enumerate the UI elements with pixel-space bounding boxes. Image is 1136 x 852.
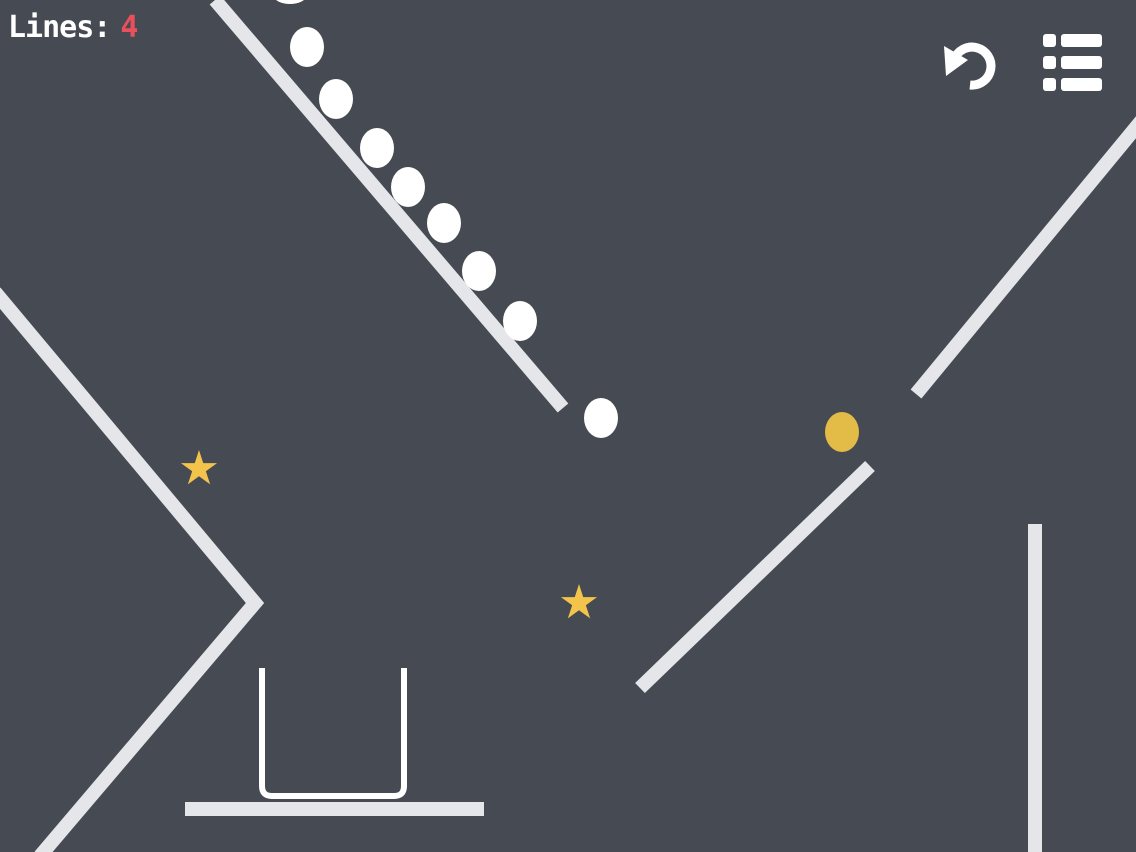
cup-container <box>259 668 407 799</box>
lines-count: 4 <box>120 10 138 45</box>
right-upper-ramp <box>910 116 1136 399</box>
level-menu-icon <box>1043 34 1102 91</box>
right-lower-ramp <box>635 460 875 694</box>
lines-counter: Lines: 4 <box>8 8 138 48</box>
ball <box>360 128 394 168</box>
diagonal-ramp-top <box>209 0 569 413</box>
ball <box>503 301 537 341</box>
ball <box>391 167 425 207</box>
ball <box>462 251 496 291</box>
star-icon <box>180 450 218 485</box>
game-stage[interactable]: Lines: 4 <box>0 0 1136 852</box>
ball <box>319 79 353 119</box>
game-scene[interactable] <box>0 0 1136 852</box>
star-icon <box>560 584 598 619</box>
ball <box>276 0 304 4</box>
lines-label: Lines: <box>8 10 111 45</box>
left-chevron-wall <box>0 287 265 852</box>
ball <box>290 27 324 67</box>
ball <box>427 203 461 243</box>
ball <box>584 398 618 438</box>
gold-ball <box>825 412 859 452</box>
level-menu-button[interactable] <box>1040 32 1104 94</box>
restart-button[interactable] <box>940 38 1002 96</box>
restart-icon <box>944 42 996 90</box>
